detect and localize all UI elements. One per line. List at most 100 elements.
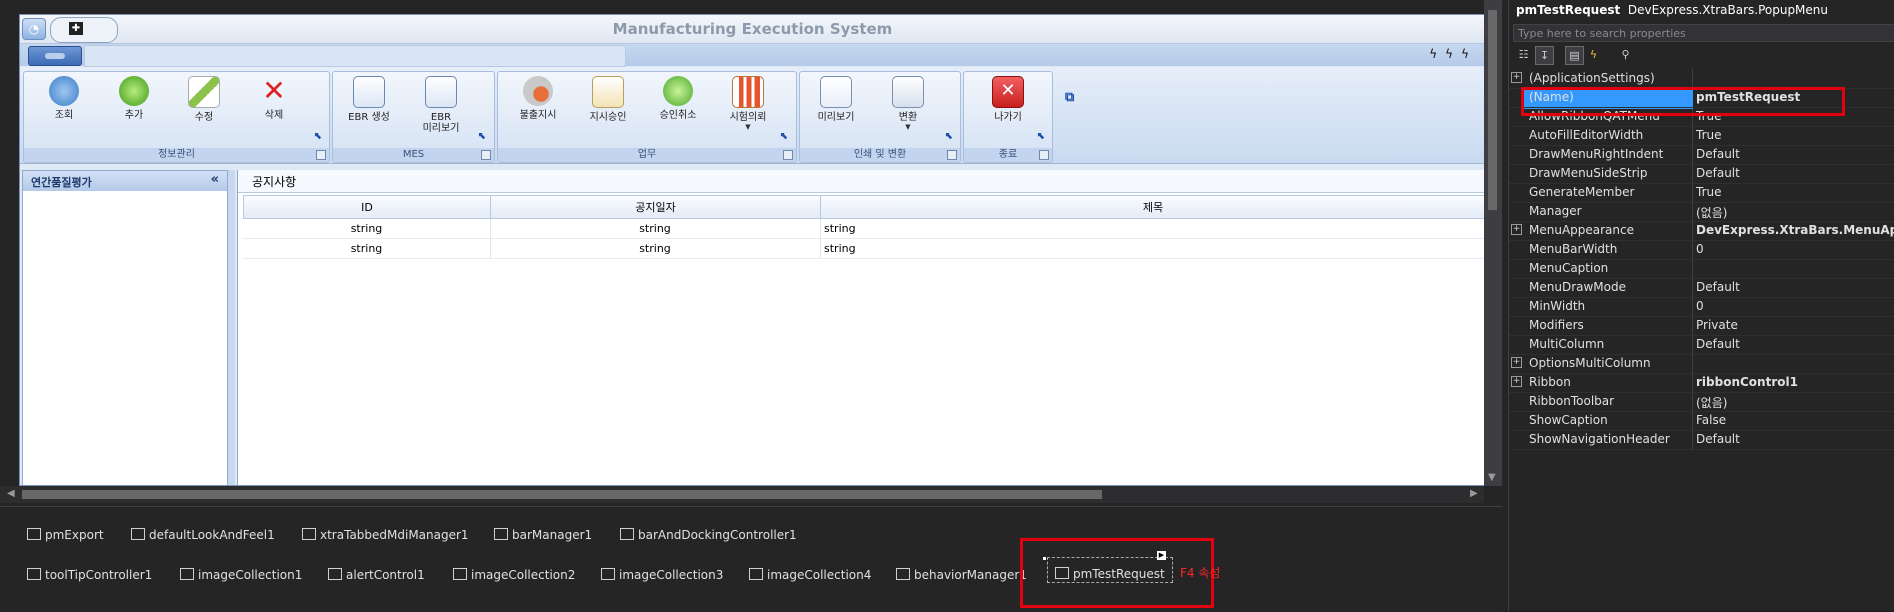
events-icon[interactable]: ϟ [1585,46,1602,63]
expand-icon[interactable]: ⬉ [780,132,790,142]
edit-button[interactable]: 수정 [176,76,232,134]
scroll-thumb[interactable] [22,490,1102,499]
property-row[interactable]: Modifiers Private [1509,316,1894,336]
tray-item-lookandfeel[interactable]: defaultLookAndFeel1 [131,528,275,542]
ribbon-page-tab[interactable] [28,46,82,66]
add-button[interactable]: 추가 [106,76,162,134]
property-search-input[interactable]: Type here to search properties [1513,24,1894,42]
expand-icon[interactable]: + [1511,224,1522,235]
selection-handle[interactable] [1043,557,1046,560]
tray-item-imagecollection3[interactable]: imageCollection3 [601,568,723,582]
tray-item-pmexport[interactable]: pmExport [27,528,104,542]
dialog-launcher[interactable] [1039,150,1049,160]
alphabetical-icon[interactable]: ↧ [1535,46,1554,65]
property-row[interactable]: MenuCaption [1509,259,1894,279]
table-cell[interactable]: string [243,239,491,259]
column-header-subject[interactable]: 제목 [820,195,1485,219]
property-value[interactable]: False [1696,413,1726,427]
property-pages-icon[interactable]: ⚲ [1617,46,1634,63]
scroll-down-icon[interactable]: ▼ [1488,472,1496,483]
query-button[interactable]: 조회 [36,76,92,134]
test-request-button[interactable]: 시험의뢰 ▼ [720,76,776,134]
dialog-launcher[interactable] [783,150,793,160]
property-row[interactable]: + (ApplicationSettings) [1509,69,1894,89]
property-row[interactable]: + Ribbon ribbonControl1 [1509,373,1894,393]
expand-icon[interactable]: + [1511,72,1522,83]
property-row[interactable]: AutoFillEditorWidth True [1509,126,1894,146]
tray-item-imagecollection2[interactable]: imageCollection2 [453,568,575,582]
expand-icon[interactable]: ⬉ [945,132,955,142]
approve-order-button[interactable]: 지시승인 [580,76,636,134]
cancel-approval-button[interactable]: 승인취소 [650,76,706,134]
properties-object-header[interactable]: pmTestRequest DevExpress.XtraBars.PopupM… [1516,3,1828,17]
property-row[interactable]: MenuDrawMode Default [1509,278,1894,298]
convert-button[interactable]: 변환 ▼ [880,76,936,134]
ebr-create-button[interactable]: EBR 생성 [341,76,397,134]
scroll-left-icon[interactable]: ◀ [7,488,15,499]
property-value[interactable]: (없음) [1696,204,1727,221]
property-value[interactable]: DevExpress.XtraBars.MenuAppea [1696,223,1894,237]
expand-icon[interactable]: ⬉ [314,132,324,142]
table-cell[interactable]: string [820,239,1485,259]
dialog-launcher[interactable] [316,150,326,160]
property-value[interactable]: Default [1696,337,1740,351]
tray-item-selected-label[interactable]: pmTestRequest [1055,567,1165,581]
property-row[interactable]: + OptionsMultiColumn [1509,354,1894,374]
tray-item-imagecollection4[interactable]: imageCollection4 [749,568,871,582]
property-row[interactable]: ShowNavigationHeader Default [1509,430,1894,450]
property-value[interactable]: ribbonControl1 [1696,375,1798,389]
tray-item-alertcontrol[interactable]: alertControl1 [328,568,425,582]
expand-icon[interactable]: + [1511,357,1522,368]
expand-icon[interactable]: ⬉ [1037,132,1047,142]
property-value[interactable]: (없음) [1696,394,1727,411]
tray-item-behaviormanager[interactable]: behaviorManager1 [896,568,1027,582]
tray-item-tabbedmdi[interactable]: xtraTabbedMdiManager1 [302,528,469,542]
panel-splitter[interactable] [228,170,235,485]
add-group-icon[interactable]: ⧉ [1065,91,1075,104]
vertical-scrollbar[interactable]: ▼ [1484,0,1502,486]
expand-icon[interactable]: + [1511,376,1522,387]
property-row[interactable]: DrawMenuRightIndent Default [1509,145,1894,165]
property-value[interactable]: Default [1696,432,1740,446]
property-value[interactable]: 0 [1696,299,1704,313]
table-cell[interactable]: string [243,219,491,239]
dialog-launcher[interactable] [481,150,491,160]
table-cell[interactable]: string [490,219,821,239]
property-value[interactable]: Default [1696,147,1740,161]
preview-button[interactable]: 미리보기 [808,76,864,134]
window-control-icons[interactable]: ϟϟϟ [1429,47,1477,61]
exit-button[interactable]: ✕ 나가기 [980,76,1036,134]
smart-tag-icon[interactable]: ▶ [1157,551,1166,560]
property-row[interactable]: MenuBarWidth 0 [1509,240,1894,260]
expand-icon[interactable]: ⬉ [478,132,488,142]
property-value[interactable]: Default [1696,280,1740,294]
property-value[interactable]: 0 [1696,242,1704,256]
mes-main-form[interactable]: ◔ ✚ Manufacturing Execution System ϟϟϟ 조… [19,14,1486,486]
collapse-icon[interactable]: « [211,172,219,187]
property-value[interactable]: True [1696,185,1722,199]
table-cell[interactable]: string [820,219,1485,239]
tray-item-imagecollection1[interactable]: imageCollection1 [180,568,302,582]
property-value[interactable]: True [1696,128,1722,142]
column-header-id[interactable]: ID [243,195,491,219]
scroll-thumb[interactable] [1488,10,1497,210]
property-row[interactable]: + MenuAppearance DevExpress.XtraBars.MenuA… [1509,221,1894,241]
tray-item-tooltipcontroller[interactable]: toolTipController1 [27,568,152,582]
scroll-right-icon[interactable]: ▶ [1470,488,1478,499]
table-cell[interactable]: string [490,239,821,259]
property-row[interactable]: ShowCaption False [1509,411,1894,431]
property-row[interactable]: Manager (없음) [1509,202,1894,222]
property-value[interactable]: Default [1696,166,1740,180]
tray-item-dockingcontroller[interactable]: barAndDockingController1 [620,528,797,542]
property-row[interactable]: MultiColumn Default [1509,335,1894,355]
property-row[interactable]: RibbonToolbar (없음) [1509,392,1894,412]
property-row[interactable]: DrawMenuSideStrip Default [1509,164,1894,184]
property-row[interactable]: MinWidth 0 [1509,297,1894,317]
tray-item-barmanager[interactable]: barManager1 [494,528,592,542]
properties-icon[interactable]: ▤ [1565,46,1584,65]
dialog-launcher[interactable] [947,150,957,160]
column-header-date[interactable]: 공지일자 [490,195,821,219]
delete-button[interactable]: ✕ 삭제 [246,76,302,134]
horizontal-scrollbar[interactable]: ◀ ▶ [0,486,1484,503]
property-row[interactable]: GenerateMember True [1509,183,1894,203]
